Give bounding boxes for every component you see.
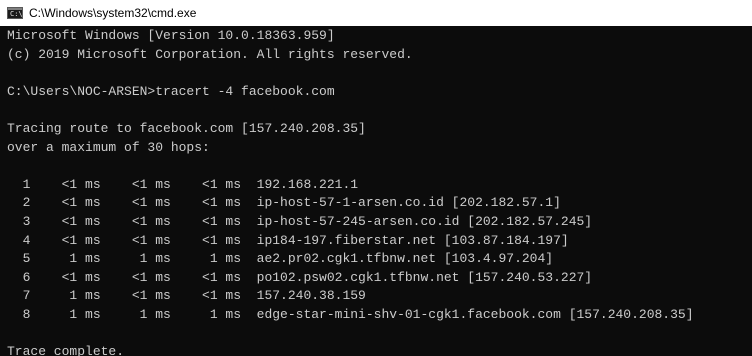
title-bar[interactable]: C:\ C:\Windows\system32\cmd.exe — [0, 0, 752, 26]
cmd-window: C:\ C:\Windows\system32\cmd.exe Microsof… — [0, 0, 752, 356]
console-line: C:\Users\NOC-ARSEN>tracert -4 facebook.c… — [7, 83, 335, 99]
console-line: Tracing route to facebook.com [157.240.2… — [7, 120, 366, 136]
console-line: 3 <1 ms <1 ms <1 ms ip-host-57-245-arsen… — [7, 213, 593, 229]
console-line: (c) 2019 Microsoft Corporation. All righ… — [7, 46, 413, 62]
console-line: 7 1 ms <1 ms <1 ms 157.240.38.159 — [7, 288, 366, 304]
window-title: C:\Windows\system32\cmd.exe — [29, 6, 197, 20]
console-line: Trace complete. — [7, 344, 125, 356]
console-line: 6 <1 ms <1 ms <1 ms po102.psw02.cgk1.tfb… — [7, 269, 593, 285]
console-line: Microsoft Windows [Version 10.0.18363.95… — [7, 28, 335, 43]
console-output[interactable]: Microsoft Windows [Version 10.0.18363.95… — [7, 27, 752, 356]
console-line: 5 1 ms 1 ms 1 ms ae2.pr02.cgk1.tfbnw.net… — [7, 251, 554, 267]
console-line: 4 <1 ms <1 ms <1 ms ip184-197.fiberstar.… — [7, 232, 569, 248]
console-line: over a maximum of 30 hops: — [7, 139, 210, 155]
console-line: 2 <1 ms <1 ms <1 ms ip-host-57-1-arsen.c… — [7, 195, 561, 211]
console-line: 1 <1 ms <1 ms <1 ms 192.168.221.1 — [7, 176, 359, 192]
cmd-icon-glyph: C:\ — [10, 10, 23, 18]
console-line: 8 1 ms 1 ms 1 ms edge-star-mini-shv-01-c… — [7, 306, 694, 322]
cmd-icon[interactable]: C:\ — [7, 7, 23, 19]
